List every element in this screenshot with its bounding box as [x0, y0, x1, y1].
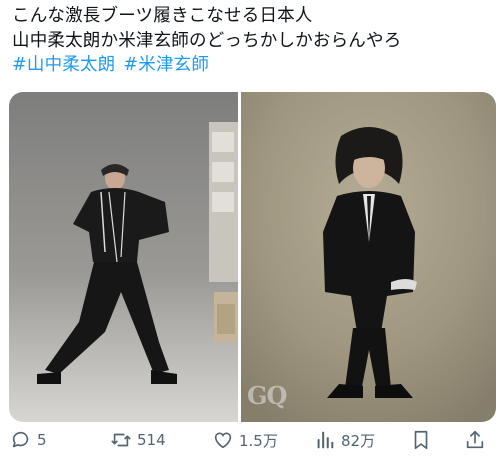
photo-right[interactable]: GQ	[241, 92, 496, 422]
hashtag-link[interactable]: #山中柔太朗	[12, 55, 115, 75]
tweet-text: こんな激長ブーツ履きこなせる日本人 山中柔太朗か米津玄師のどっちかしかおらんやろ…	[12, 4, 492, 78]
reply-count: 5	[37, 431, 47, 449]
share-button[interactable]	[464, 429, 486, 451]
gq-watermark: GQ	[247, 381, 287, 410]
tweet-text-line: こんな激長ブーツ履きこなせる日本人	[12, 6, 313, 26]
share-icon	[464, 429, 486, 451]
retweet-icon	[110, 429, 132, 451]
bookmark-icon	[410, 429, 432, 451]
reply-icon	[10, 429, 32, 451]
views-count: 82万	[341, 431, 376, 450]
reply-button[interactable]: 5	[10, 429, 47, 451]
action-bar: 5 514 1.5万 82万	[0, 426, 500, 456]
media-grid: GQ	[9, 92, 496, 422]
like-button[interactable]: 1.5万	[212, 429, 278, 451]
tweet-text-line: 山中柔太朗か米津玄師のどっちかしかおらんやろ	[12, 30, 402, 51]
like-count: 1.5万	[239, 431, 278, 450]
bookmark-button[interactable]	[410, 429, 432, 451]
views-button[interactable]: 82万	[314, 429, 375, 451]
retweet-button[interactable]: 514	[110, 429, 166, 451]
hashtag-row: #山中柔太朗 #米津玄師	[12, 53, 492, 78]
hashtag-link[interactable]: #米津玄師	[123, 55, 209, 75]
views-chart-icon	[314, 429, 336, 451]
retweet-count: 514	[137, 431, 166, 449]
photo-left[interactable]	[9, 92, 238, 422]
heart-icon	[212, 429, 234, 451]
